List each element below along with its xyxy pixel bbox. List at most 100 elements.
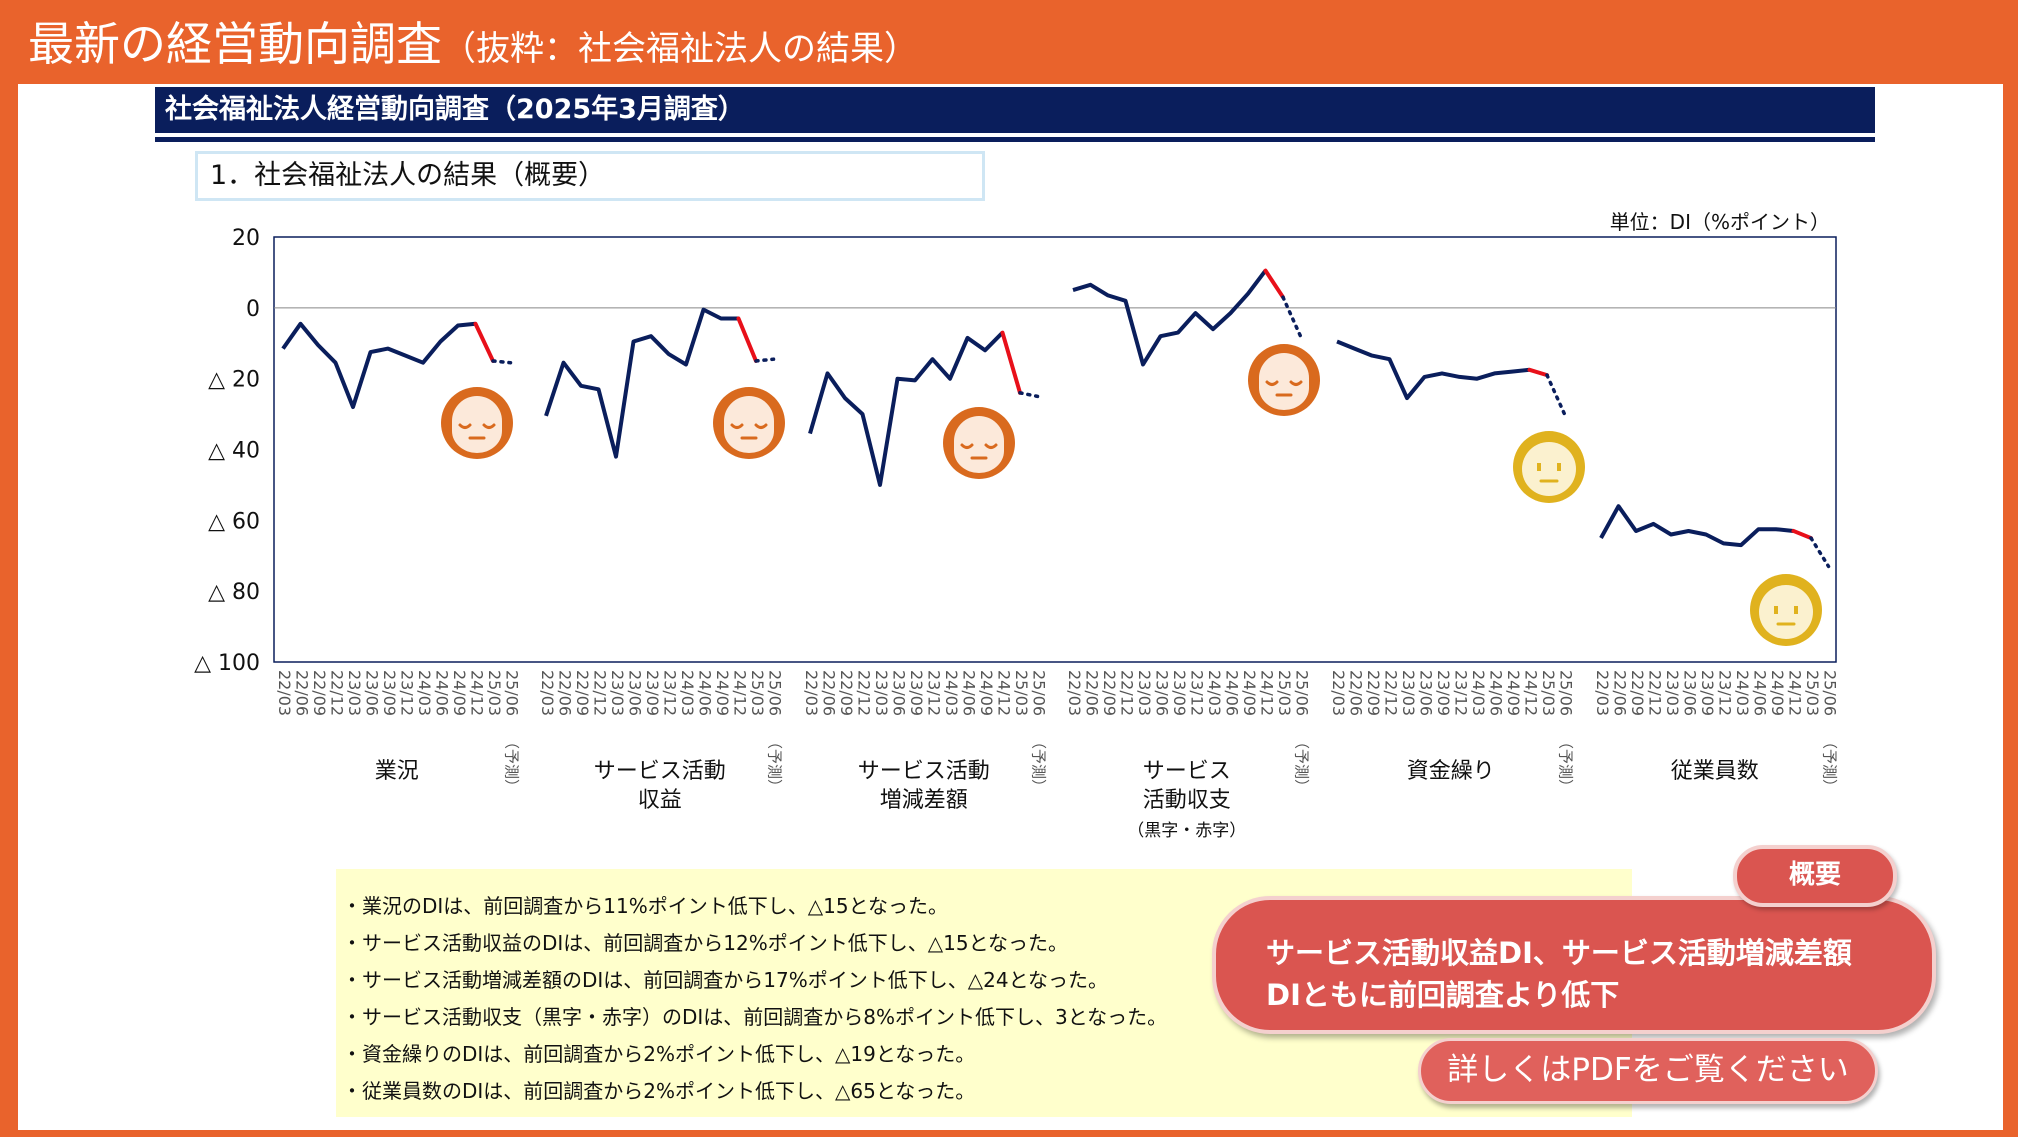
group-label: 資金繰り [1407,759,1495,784]
x-tick-label: 22/09 [573,670,592,716]
x-tick-label: 25/06 [1030,670,1049,716]
x-tick-label: 25/06 [1293,670,1312,716]
y-tick-label: △ 100 [194,651,260,676]
x-tick-label: 22/09 [1100,670,1119,716]
x-tick-label: 23/12 [661,670,680,716]
face-eye [1557,463,1561,471]
x-tick-label: 23/12 [398,670,417,716]
forecast-tick-label: （予測） [1821,734,1839,794]
x-tick-label: 24/09 [713,670,732,716]
latest-change-segment [1791,528,1813,541]
x-tick-label: 25/03 [1539,670,1558,716]
y-tick-label: 0 [246,297,260,322]
note-line: ・サービス活動収支（黒字・赤字）のDIは、前回調査から8%ポイント低下し、3とな… [342,1005,1168,1029]
summary-line-1: サービス活動収益DI、サービス活動増減差額 [1266,936,1852,970]
face-eye [1794,606,1798,614]
x-tick-label: 23/09 [907,670,926,716]
x-tick-label: 24/03 [415,670,434,716]
x-tick-label: 23/09 [1698,670,1717,716]
x-tick-label: 22/06 [556,670,575,716]
forecast-tick-label: （予測） [766,734,784,794]
x-tick-label: 23/03 [1399,670,1418,716]
forecast-tick-label: （予測） [1557,734,1575,794]
x-tick-label: 23/09 [1170,670,1189,716]
x-tick-label: 25/06 [503,670,522,716]
sleepy-face-icon [1248,344,1320,416]
group-label: 活動収支 [1143,788,1231,813]
x-tick-label: 22/09 [1364,670,1383,716]
x-tick-label: 23/06 [1681,670,1700,716]
summary-tab: 概要 [1733,845,1897,907]
neutral-face-icon [1750,574,1822,646]
forecast-segment [1018,391,1040,399]
x-tick-label: 24/03 [942,670,961,716]
x-tick-label: 22/03 [1593,670,1612,716]
face-eye [1537,463,1541,471]
x-tick-label: 24/12 [1258,670,1277,716]
forecast-segment [491,359,513,365]
group-label: 従業員数 [1671,759,1759,784]
forecast-tick-label: （予測） [503,734,521,794]
x-tick-label: 22/06 [293,670,312,716]
note-line: ・サービス活動収益のDIは、前回調査から12%ポイント低下し、△15となった。 [342,931,1068,955]
series-line [1072,269,1268,367]
x-tick-label: 25/03 [1012,670,1031,716]
face-eye [1774,606,1778,614]
face-skin [1522,442,1576,496]
note-line: ・業況のDIは、前回調査から11%ポイント低下し、△15となった。 [342,894,948,918]
x-tick-label: 25/06 [1821,670,1840,716]
x-tick-label: 24/06 [696,670,715,716]
pdf-details-button[interactable]: 詳しくはPDFをご覧ください [1418,1038,1878,1104]
x-tick-label: 23/09 [380,670,399,716]
forecast-segment [1809,536,1831,569]
x-tick-label: 22/12 [1382,670,1401,716]
x-tick-label: 22/03 [275,670,294,716]
x-tick-label: 22/12 [855,670,874,716]
forecast-segment [754,357,776,363]
x-tick-label: 25/06 [1557,670,1576,716]
x-tick-label: 24/09 [1768,670,1787,716]
x-tick-label: 22/06 [1083,670,1102,716]
forecast-tick-label: （予測） [1030,734,1048,794]
x-tick-label: 23/06 [1417,670,1436,716]
x-tick-label: 23/09 [643,670,662,716]
x-tick-label: 25/03 [748,670,767,716]
neutral-face-icon [1513,431,1585,503]
forecast-tick-label: （予測） [1293,734,1311,794]
x-tick-label: 22/03 [538,670,557,716]
plot-area [273,236,1837,663]
x-tick-label: 22/09 [310,670,329,716]
summary-line-2: DIともに前回調査より低下 [1266,978,1620,1012]
note-line: ・資金繰りのDIは、前回調査から2%ポイント低下し、△19となった。 [342,1042,976,1066]
x-tick-label: 24/12 [731,670,750,716]
x-tick-label: 24/06 [1751,670,1770,716]
x-tick-label: 24/03 [1733,670,1752,716]
x-tick-label: 23/03 [608,670,627,716]
y-tick-label: △ 60 [208,509,260,534]
x-tick-label: 22/12 [1646,670,1665,716]
group-label: サービス活動 [594,759,726,784]
x-tick-label: 23/03 [872,670,891,716]
y-tick-label: △ 80 [208,580,260,605]
x-tick-label: 25/03 [485,670,504,716]
y-tick-label: △ 20 [208,368,260,393]
x-tick-label: 23/06 [626,670,645,716]
latest-change-segment [1527,367,1549,378]
y-tick-label: △ 40 [208,439,260,464]
group-label: 増減差額 [880,788,968,813]
series-line [544,307,739,459]
y-tick-label: 20 [232,226,260,251]
x-tick-label: 25/03 [1275,670,1294,716]
group-label: サービス活動 [858,759,990,784]
x-tick-label: 23/06 [363,670,382,716]
x-tick-label: 24/09 [450,670,469,716]
group-label: （黒字・赤字） [1127,821,1246,841]
x-tick-label: 22/06 [1347,670,1366,716]
x-tick-label: 22/12 [1118,670,1137,716]
x-tick-label: 22/09 [837,670,856,716]
x-tick-label: 22/03 [1329,670,1348,716]
x-tick-label: 23/12 [925,670,944,716]
x-tick-label: 22/12 [328,670,347,716]
latest-change-segment [1263,268,1285,300]
x-tick-label: 23/03 [1663,670,1682,716]
